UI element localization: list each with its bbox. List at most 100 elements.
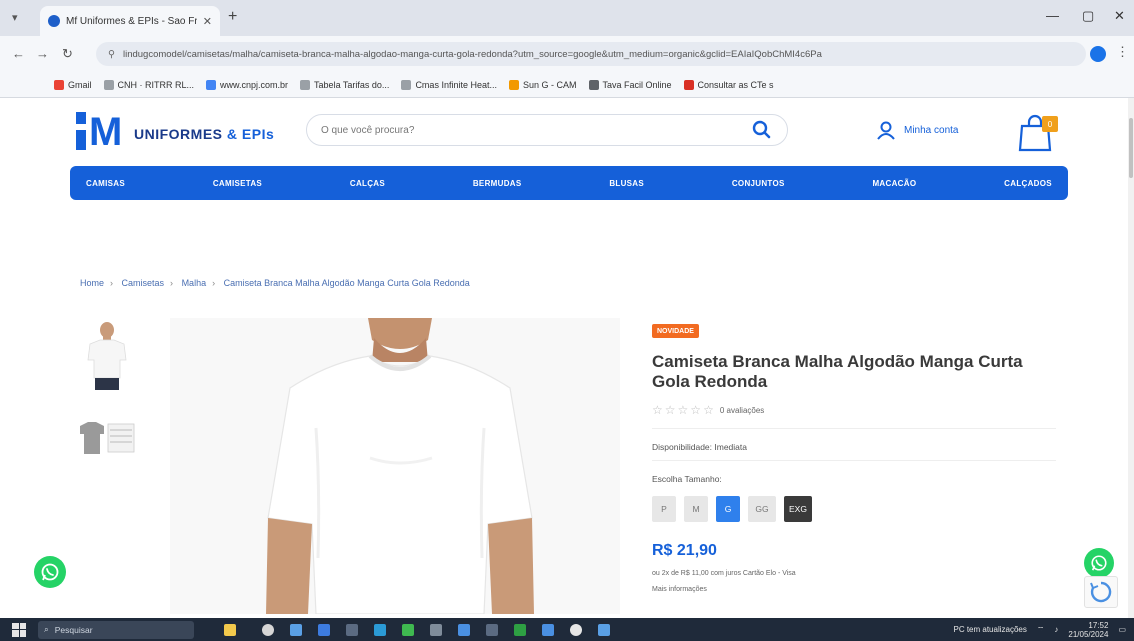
gallery-thumbnail-1[interactable]	[78, 320, 136, 390]
whatsapp-chat-button[interactable]	[1084, 548, 1114, 578]
profile-avatar[interactable]	[1090, 46, 1106, 62]
search-input[interactable]	[321, 124, 751, 136]
weather-icon[interactable]	[224, 623, 236, 636]
clock[interactable]: 17:52 21/05/2024	[1068, 621, 1108, 639]
minimize-icon[interactable]: —	[1046, 8, 1059, 23]
app-icon[interactable]	[598, 623, 610, 636]
close-window-icon[interactable]: ✕	[1114, 8, 1125, 24]
site-info-icon[interactable]: ⚲	[108, 49, 115, 60]
breadcrumb-camisetas[interactable]: Camisetas	[122, 278, 165, 288]
forward-icon[interactable]: →	[36, 46, 49, 61]
taskbar-search-placeholder: Pesquisar	[54, 624, 93, 635]
site-logo[interactable]: M UNIFORMES & EPIs	[76, 110, 275, 156]
excel-icon[interactable]	[514, 623, 526, 636]
cart-button[interactable]: 0	[1016, 112, 1070, 156]
product-title: Camiseta Branca Malha Algodão Manga Curt…	[652, 352, 1023, 391]
availability: Disponibilidade: Imediata	[652, 442, 747, 452]
user-icon	[877, 121, 895, 140]
browser-tab-active[interactable]: Mf Uniformes & EPIs - Sao Fr... ✕	[40, 6, 220, 36]
nav-item[interactable]: CALÇAS	[350, 179, 385, 188]
app-icon[interactable]	[458, 623, 470, 636]
browser-menu-icon[interactable]: ⋮	[1116, 44, 1129, 60]
explorer-icon[interactable]	[402, 623, 414, 636]
logo-mark-icon: M	[76, 110, 122, 156]
mail-icon[interactable]	[430, 623, 442, 636]
bookmark-item[interactable]: Tabela Tarifas do...	[300, 79, 389, 90]
breadcrumb-malha[interactable]: Malha	[182, 278, 207, 288]
widgets-icon[interactable]	[290, 623, 302, 636]
star-icon: ☆	[690, 403, 702, 417]
logo-text: UNIFORMES & EPIs	[134, 126, 275, 142]
star-icon: ☆	[664, 403, 676, 417]
whatsapp-icon	[1091, 555, 1107, 571]
bookmark-item[interactable]: Sun G - CAM	[508, 79, 577, 90]
taskbar-search[interactable]: ⌕ Pesquisar	[38, 620, 194, 639]
size-option-exg[interactable]: EXG	[784, 496, 812, 522]
size-option-p[interactable]: P	[652, 496, 676, 522]
tab-search-icon[interactable]: ▾	[12, 11, 18, 24]
page-icon	[588, 79, 599, 90]
breadcrumb-current: Camiseta Branca Malha Algodão Manga Curt…	[223, 278, 470, 288]
bookmark-item[interactable]: Tava Facil Online	[588, 79, 672, 90]
nav-item[interactable]: BERMUDAS	[473, 179, 522, 188]
whatsapp-icon	[41, 563, 59, 581]
search-icon: ⌕	[44, 624, 49, 634]
reload-icon[interactable]: ↻	[62, 46, 73, 62]
nav-item[interactable]: CAMISAS	[86, 179, 125, 188]
address-bar[interactable]: ⚲ lindugcomodel/camisetas/malha/camiseta…	[96, 42, 1086, 66]
nav-item[interactable]: BLUSAS	[609, 179, 644, 188]
more-info-link[interactable]: Mais informações	[652, 586, 707, 593]
bookmark-item[interactable]: CNH · RITRR RL...	[103, 79, 194, 90]
volume-icon[interactable]: ♪	[1054, 625, 1058, 634]
bookmark-item[interactable]: Consultar as CTe s	[683, 79, 774, 90]
nav-item[interactable]: MACACÃO	[872, 179, 916, 188]
store-icon[interactable]	[346, 623, 358, 636]
bookmark-item[interactable]: Cmas Infinite Heat...	[401, 79, 497, 90]
whatsapp-float-button[interactable]	[34, 556, 66, 588]
maximize-icon[interactable]: ▢	[1082, 8, 1094, 24]
page-scrollbar[interactable]	[1128, 98, 1134, 618]
breadcrumb-home[interactable]: Home	[80, 278, 104, 288]
size-option-gg[interactable]: GG	[748, 496, 776, 522]
size-option-g[interactable]: G	[716, 496, 740, 522]
divider	[652, 460, 1056, 461]
nav-item[interactable]: CONJUNTOS	[732, 179, 785, 188]
page-icon	[103, 79, 114, 90]
tab-title: Mf Uniformes & EPIs - Sao Fr...	[66, 15, 197, 27]
word-icon[interactable]	[542, 623, 554, 636]
search-icon[interactable]	[751, 119, 773, 141]
gallery-thumbnail-2[interactable]	[78, 410, 136, 458]
divider	[652, 428, 1056, 429]
size-selector: P M G GG EXG	[652, 496, 812, 522]
account-label: Minha conta	[904, 124, 959, 136]
clock-time: 17:52	[1088, 620, 1109, 630]
windows-start-icon[interactable]	[12, 622, 26, 637]
star-icon: ☆	[703, 403, 714, 417]
recaptcha-badge[interactable]	[1084, 576, 1118, 608]
new-tab-icon[interactable]: +	[228, 9, 237, 25]
edge-icon[interactable]	[318, 623, 330, 636]
network-icon[interactable]: ⌔	[1037, 625, 1045, 635]
bookmark-item[interactable]: www.cnpj.com.br	[206, 79, 288, 90]
size-option-m[interactable]: M	[684, 496, 708, 522]
scrollbar-thumb[interactable]	[1129, 118, 1133, 178]
category-nav: CAMISAS CAMISETAS CALÇAS BERMUDAS BLUSAS…	[70, 166, 1068, 200]
back-icon[interactable]: ←	[12, 46, 25, 61]
rating[interactable]: ☆ ☆ ☆ ☆ ☆ 0 avaliações	[652, 404, 764, 416]
update-notice[interactable]: PC tem atualizações	[953, 625, 1026, 634]
nav-item[interactable]: CALÇADOS	[1004, 179, 1052, 188]
account-link[interactable]: Minha conta	[876, 120, 958, 140]
windows-taskbar: ⌕ Pesquisar PC tem atualizações ⌔ ♪ 17:5…	[0, 618, 1134, 641]
app-icon[interactable]	[486, 623, 498, 636]
notification-icon[interactable]: ▭	[1118, 625, 1126, 634]
task-view-icon[interactable]	[262, 623, 274, 636]
tab-close-icon[interactable]: ✕	[203, 15, 212, 28]
breadcrumb: Home › Camisetas › Malha › Camiseta Branca …	[80, 278, 470, 288]
globe-icon	[206, 79, 217, 90]
product-main-image[interactable]	[170, 318, 620, 614]
chrome-active-icon[interactable]	[570, 623, 582, 636]
recaptcha-icon	[1090, 581, 1112, 603]
chrome-icon[interactable]	[374, 623, 386, 636]
nav-item[interactable]: CAMISETAS	[213, 179, 262, 188]
bookmark-item[interactable]: Gmail	[54, 79, 92, 90]
